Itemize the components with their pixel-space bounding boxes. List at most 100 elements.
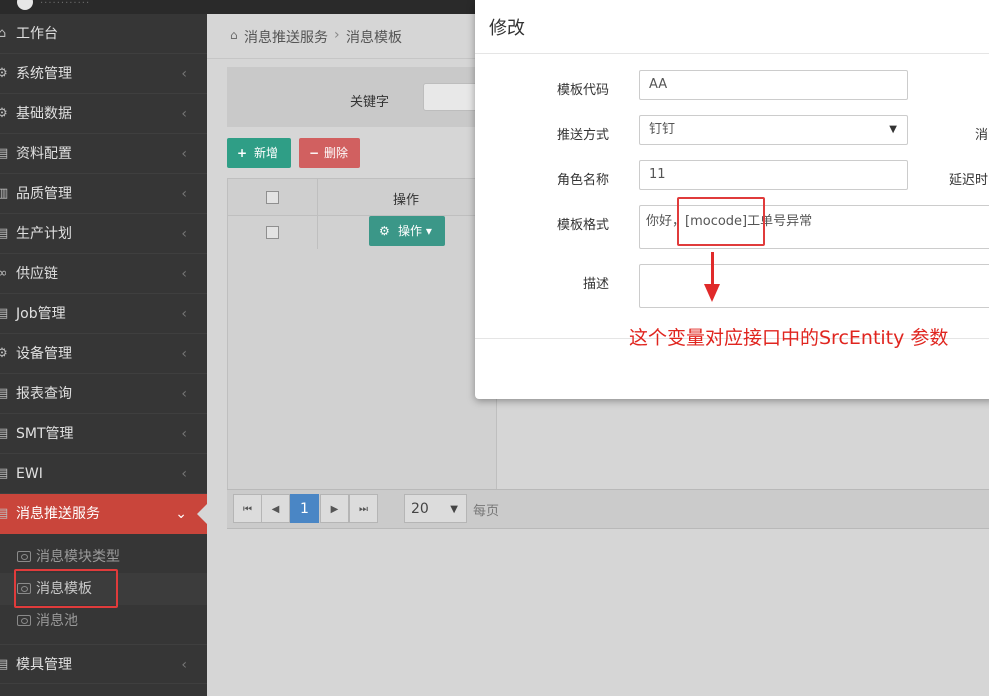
sidebar-item-12[interactable]: ▤ 消息推送服务 ⌄ xyxy=(0,494,207,534)
sidebar-subitem-message-pool[interactable]: 消息池 xyxy=(0,605,207,637)
sidebar-item-label: Job管理 xyxy=(16,306,66,322)
delay-field-label-partial: 延迟时 xyxy=(949,173,989,188)
page-size-select[interactable]: 20 ▼ xyxy=(404,494,467,523)
sidebar-item-label: 资料配置 xyxy=(16,146,72,162)
list-icon: ▤ xyxy=(0,426,9,441)
sidebar-item-label: 品质管理 xyxy=(16,186,72,202)
annotation-arrow-shaft xyxy=(711,252,714,286)
sidebar-item-label: 工作台 xyxy=(16,26,58,42)
logo-text: ············ xyxy=(40,0,91,9)
sidebar-item-label: 基础数据 xyxy=(16,106,72,122)
chevron-left-icon: ‹ xyxy=(181,66,187,82)
image-icon xyxy=(17,551,31,562)
description-textarea[interactable] xyxy=(639,264,989,308)
chevron-left-icon: ‹ xyxy=(181,386,187,402)
data-grid: 操作 ⚙ 操作 ▾ xyxy=(227,178,498,529)
role-name-input[interactable]: 11 xyxy=(639,160,908,190)
page-size-unit: 每页 xyxy=(473,504,500,519)
last-page-button[interactable]: ⏭ xyxy=(349,494,378,523)
caret-down-icon: ▼ xyxy=(889,124,897,135)
chevron-left-icon: ‹ xyxy=(181,426,187,442)
sidebar-item-5[interactable]: ▤ 生产计划 ‹ xyxy=(0,214,207,254)
chevron-left-icon: ‹ xyxy=(181,657,187,673)
list-icon: ▤ xyxy=(0,306,9,321)
role-name-label: 角色名称 xyxy=(556,173,609,188)
sidebar-item-label: 系统管理 xyxy=(16,66,72,82)
caret-down-icon: ▼ xyxy=(450,504,458,515)
prev-page-button[interactable]: ◀ xyxy=(261,494,290,523)
list-icon: ▤ xyxy=(0,466,9,481)
chevron-left-icon: ‹ xyxy=(181,226,187,242)
sidebar-item-2[interactable]: ⚙ 基础数据 ‹ xyxy=(0,94,207,134)
sidebar-item-label: SMT管理 xyxy=(16,426,74,442)
chevron-left-icon: ‹ xyxy=(181,146,187,162)
row-action-button[interactable]: ⚙ 操作 ▾ xyxy=(369,216,445,246)
sidebar-item-11[interactable]: ▤ EWI ‹ xyxy=(0,454,207,494)
sidebar-item-0[interactable]: ⌂ 工作台 xyxy=(0,14,207,54)
breadcrumb-separator: › xyxy=(334,27,340,43)
push-method-value: 钉钉 xyxy=(649,122,676,137)
plus-icon: + xyxy=(237,146,248,160)
row-checkbox[interactable] xyxy=(266,226,279,239)
link-icon: ∞ xyxy=(0,266,8,281)
column-header-operation: 操作 xyxy=(393,193,420,208)
chevron-left-icon: ‹ xyxy=(181,266,187,282)
sidebar-item-9[interactable]: ▤ 报表查询 ‹ xyxy=(0,374,207,414)
current-page-button[interactable]: 1 xyxy=(290,494,319,523)
message-field-label-partial: 消 xyxy=(975,128,989,143)
minus-icon: − xyxy=(309,146,320,160)
logo-icon xyxy=(17,0,33,10)
list-icon: ▤ xyxy=(0,226,9,241)
breadcrumb-parent[interactable]: 消息推送服务 xyxy=(244,27,328,47)
sidebar-item-label: 供应链 xyxy=(16,266,58,282)
push-method-label: 推送方式 xyxy=(556,128,609,143)
arrow-down-icon xyxy=(704,284,720,302)
image-icon xyxy=(17,615,31,626)
sidebar-item-label: 消息推送服务 xyxy=(16,506,100,522)
delete-button[interactable]: − 删除 xyxy=(299,138,360,168)
first-page-button[interactable]: ⏮ xyxy=(233,494,262,523)
chevron-left-icon: ‹ xyxy=(181,346,187,362)
push-method-select[interactable]: 钉钉 ▼ xyxy=(639,115,908,145)
template-code-input[interactable]: AA xyxy=(639,70,908,100)
sidebar-item-1[interactable]: ⚙ 系统管理 ‹ xyxy=(0,54,207,94)
gear-icon: ⚙ xyxy=(379,224,390,238)
sidebar-item-4[interactable]: ▥ 品质管理 ‹ xyxy=(0,174,207,214)
annotation-note: 这个变量对应接口中的SrcEntity 参数 xyxy=(629,327,949,349)
add-button[interactable]: + 新增 xyxy=(227,138,291,168)
sidebar-item-mold-management[interactable]: ▤ 模具管理 ‹ xyxy=(0,644,207,684)
sidebar-item-7[interactable]: ▤ Job管理 ‹ xyxy=(0,294,207,334)
highlight-box-variable xyxy=(677,197,765,246)
clipboard-icon: ▥ xyxy=(0,186,9,201)
highlight-box-sidebar xyxy=(14,569,118,608)
gear-icon: ⚙ xyxy=(0,346,8,361)
next-page-button[interactable]: ▶ xyxy=(320,494,349,523)
modal-title: 修改 xyxy=(489,18,525,39)
sidebar-item-10[interactable]: ▤ SMT管理 ‹ xyxy=(0,414,207,454)
sidebar-item-8[interactable]: ⚙ 设备管理 ‹ xyxy=(0,334,207,374)
modal-header-divider xyxy=(475,53,989,54)
chevron-down-icon: ⌄ xyxy=(175,506,187,522)
sidebar-item-label: 模具管理 xyxy=(16,657,72,673)
home-icon[interactable]: ⌂ xyxy=(230,28,238,42)
sidebar-item-label: 报表查询 xyxy=(16,386,72,402)
sidebar-item-3[interactable]: ▤ 资料配置 ‹ xyxy=(0,134,207,174)
chevron-left-icon: ‹ xyxy=(181,466,187,482)
template-format-label: 模板格式 xyxy=(556,218,609,233)
keyword-label: 关键字 xyxy=(350,95,390,110)
list-icon: ▤ xyxy=(0,386,9,401)
sidebar-item-label: EWI xyxy=(16,466,43,482)
chevron-left-icon: ‹ xyxy=(181,106,187,122)
description-label: 描述 xyxy=(582,277,609,292)
template-code-label: 模板代码 xyxy=(556,83,609,98)
select-all-checkbox[interactable] xyxy=(266,191,279,204)
sidebar-subitem-label: 消息池 xyxy=(36,613,78,629)
sidebar-item-6[interactable]: ∞ 供应链 ‹ xyxy=(0,254,207,294)
gear-icon: ⚙ xyxy=(0,66,8,81)
gear-icon: ⚙ xyxy=(0,106,8,121)
list-icon: ▤ xyxy=(0,146,9,161)
chevron-left-icon: ‹ xyxy=(181,186,187,202)
sidebar-item-label: 设备管理 xyxy=(16,346,72,362)
sidebar-item-label: 生产计划 xyxy=(16,226,72,242)
list-icon: ▤ xyxy=(0,657,9,672)
